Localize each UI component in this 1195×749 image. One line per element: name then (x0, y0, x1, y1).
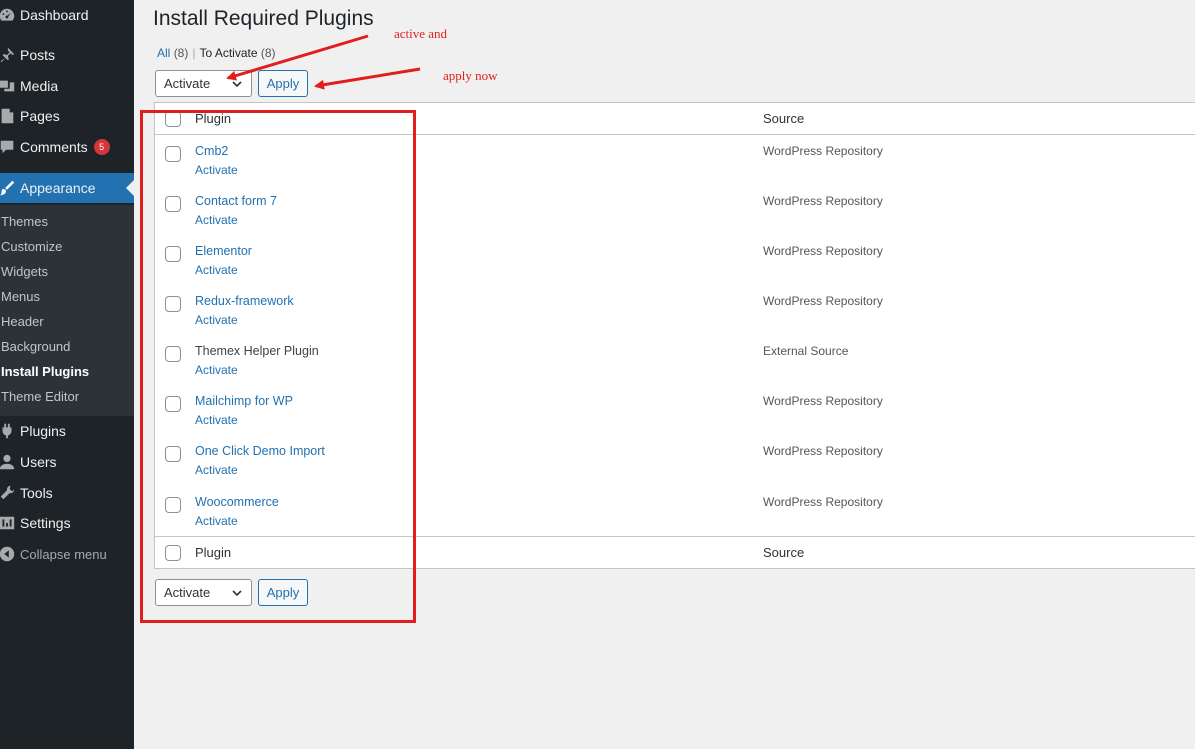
menu-label: Tools (20, 485, 53, 501)
menu-label: Dashboard (20, 7, 89, 23)
filter-to-activate[interactable]: To Activate (8) (199, 46, 275, 60)
view-filters: All (8) | To Activate (8) (157, 46, 276, 60)
submenu-themes[interactable]: Themes (0, 212, 134, 232)
menu-settings[interactable]: Settings (0, 508, 134, 538)
menu-label: Appearance (20, 180, 96, 196)
bulk-action-selected: Activate (164, 76, 211, 91)
menu-label: Users (20, 454, 57, 470)
plugin-source: WordPress Repository (763, 444, 883, 458)
appearance-submenu: Themes Customize Widgets Menus Header Ba… (0, 205, 134, 416)
collapse-menu-button[interactable]: Collapse menu (0, 539, 134, 569)
plugin-source: External Source (763, 344, 849, 358)
pin-icon (0, 45, 17, 65)
filter-all-label: All (157, 46, 171, 60)
submenu-theme-editor[interactable]: Theme Editor (0, 387, 134, 407)
menu-label: Comments (20, 139, 88, 155)
comment-icon (0, 137, 17, 157)
plugin-source: WordPress Repository (763, 294, 883, 308)
settings-icon (0, 513, 17, 533)
menu-users[interactable]: Users (0, 447, 134, 477)
menu-label: Media (20, 78, 59, 94)
menu-label: Settings (20, 515, 71, 531)
chevron-down-icon (232, 80, 242, 87)
filter-all-link[interactable]: All (8) (157, 46, 188, 60)
menu-posts[interactable]: Posts (0, 40, 134, 70)
submenu-header[interactable]: Header (0, 312, 134, 332)
user-icon (0, 452, 17, 472)
plugin-source: WordPress Repository (763, 244, 883, 258)
submenu-widgets[interactable]: Widgets (0, 262, 134, 282)
collapse-icon (0, 544, 17, 564)
menu-label: Posts (20, 47, 56, 63)
apply-button-top[interactable]: Apply (258, 70, 308, 97)
menu-plugins[interactable]: Plugins (0, 416, 134, 446)
menu-label: Collapse menu (20, 546, 107, 562)
dashboard-icon (0, 5, 17, 25)
menu-label: Pages (20, 108, 60, 124)
annotation-note-apply: apply now (443, 68, 498, 83)
submenu-menus[interactable]: Menus (0, 287, 134, 307)
column-header-source: Source (763, 111, 805, 126)
menu-media[interactable]: Media (0, 71, 134, 101)
annotation-note-active: active and (394, 26, 448, 41)
filter-to-activate-label: To Activate (199, 46, 258, 60)
comments-count-badge: 5 (93, 139, 110, 155)
media-icon (0, 76, 17, 96)
submenu-install-plugins[interactable]: Install Plugins (0, 362, 134, 382)
filter-to-activate-count: (8) (260, 46, 276, 60)
column-footer-source: Source (763, 545, 805, 560)
admin-sidebar: Dashboard Posts Media Pages Comments 5 A… (0, 0, 134, 749)
filter-separator: | (192, 46, 196, 60)
bulk-action-select-top[interactable]: Activate (155, 70, 252, 97)
arrow-to-apply (314, 67, 421, 90)
pages-icon (0, 106, 17, 126)
menu-dashboard[interactable]: Dashboard (0, 0, 134, 30)
plugin-icon (0, 421, 17, 441)
plugin-source: WordPress Repository (763, 394, 883, 408)
menu-comments[interactable]: Comments 5 (0, 132, 134, 162)
menu-label: Plugins (20, 423, 66, 439)
submenu-customize[interactable]: Customize (0, 237, 134, 257)
menu-appearance[interactable]: Appearance (0, 173, 134, 203)
plugin-source: WordPress Repository (763, 194, 883, 208)
annotation-highlight-box (140, 110, 416, 623)
submenu-background[interactable]: Background (0, 337, 134, 357)
plugin-source: WordPress Repository (763, 144, 883, 158)
wrench-icon (0, 483, 17, 503)
filter-all-count: (8) (173, 46, 189, 60)
menu-tools[interactable]: Tools (0, 478, 134, 508)
page-title: Install Required Plugins (153, 7, 374, 30)
brush-icon (0, 178, 17, 198)
menu-pages[interactable]: Pages (0, 101, 134, 131)
plugin-source: WordPress Repository (763, 495, 883, 509)
